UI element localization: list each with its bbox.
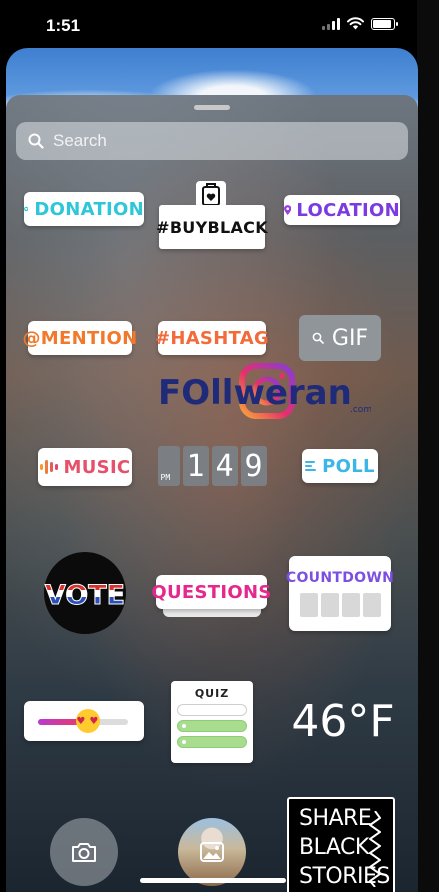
countdown-sticker[interactable]: COUNTDOWN bbox=[285, 556, 395, 631]
counter-digit: 1 bbox=[182, 446, 209, 486]
vote-label: VOTE bbox=[45, 580, 125, 611]
vote-flag-lettering: VOTE bbox=[44, 580, 125, 612]
vote-sticker[interactable]: VOTE bbox=[44, 552, 126, 634]
questions-label: QUESTIONS bbox=[151, 581, 272, 603]
cellular-signal-icon bbox=[322, 17, 340, 30]
zigzag-decoration-icon bbox=[369, 811, 381, 887]
counter-digit: 9 bbox=[240, 446, 267, 486]
photo-sticker-button[interactable] bbox=[178, 818, 246, 886]
camera-icon bbox=[72, 843, 96, 862]
status-time: 1:51 bbox=[46, 16, 81, 35]
search-icon bbox=[28, 133, 44, 149]
quiz-option bbox=[177, 704, 247, 716]
mention-sticker[interactable]: @MENTION bbox=[23, 321, 137, 355]
donation-sticker[interactable]: DONATION bbox=[24, 192, 144, 226]
countdown-label: COUNTDOWN bbox=[285, 570, 395, 586]
location-pin-icon bbox=[284, 205, 292, 215]
gif-sticker[interactable]: GIF bbox=[299, 315, 381, 361]
heart-icon bbox=[24, 206, 29, 212]
buyblack-sticker[interactable]: #BUYBLACK bbox=[156, 205, 268, 249]
sheet-grabber[interactable] bbox=[194, 105, 230, 110]
counter-ampm-cell: PM bbox=[157, 446, 180, 486]
share-line: BLACK bbox=[299, 834, 369, 860]
watermark-logo: FOllweran .com bbox=[156, 360, 372, 430]
photo-icon bbox=[200, 842, 224, 862]
hashtag-label: #HASHTAG bbox=[154, 327, 270, 349]
watermark-brand: FOllweran bbox=[158, 373, 352, 413]
share-line: SHARE bbox=[299, 805, 372, 831]
wifi-icon bbox=[347, 17, 364, 30]
status-bar: 1:51 bbox=[0, 0, 439, 48]
counter-digit: 4 bbox=[211, 446, 238, 486]
location-label: LOCATION bbox=[296, 199, 400, 221]
search-input[interactable]: Search bbox=[16, 122, 408, 160]
emoji-slider-sticker[interactable]: ♥ ♥ bbox=[24, 701, 144, 741]
search-placeholder: Search bbox=[53, 131, 107, 150]
status-icons bbox=[322, 17, 398, 30]
temperature-sticker[interactable]: 46°F bbox=[291, 695, 395, 747]
heart-eyes-emoji-icon: ♥ ♥ bbox=[75, 709, 100, 733]
battery-icon bbox=[371, 17, 398, 30]
instagram-logo-watermark: FOllweran .com bbox=[158, 363, 372, 419]
donation-label: DONATION bbox=[34, 198, 144, 220]
poll-lines-icon bbox=[305, 461, 317, 471]
quiz-label: QUIZ bbox=[194, 687, 230, 700]
quiz-option bbox=[177, 736, 247, 748]
time-counter-sticker[interactable]: PM 1 4 9 bbox=[157, 446, 267, 486]
watermark-suffix: .com bbox=[350, 405, 371, 415]
quiz-sticker[interactable]: QUIZ bbox=[171, 681, 253, 763]
hashtag-sticker[interactable]: #HASHTAG bbox=[154, 321, 270, 355]
temperature-label: 46°F bbox=[291, 695, 395, 747]
poll-label: POLL bbox=[322, 455, 375, 477]
home-indicator[interactable] bbox=[140, 878, 286, 883]
device-frame-edge bbox=[417, 0, 439, 892]
camera-sticker-button[interactable] bbox=[50, 818, 118, 886]
quiz-option bbox=[177, 720, 247, 732]
location-sticker[interactable]: LOCATION bbox=[284, 195, 400, 225]
gif-label: GIF bbox=[331, 325, 369, 351]
search-icon bbox=[312, 332, 324, 344]
music-bars-icon bbox=[39, 460, 58, 474]
questions-sticker[interactable]: QUESTIONS bbox=[151, 575, 271, 609]
share-black-stories-sticker[interactable]: SHARE BLACK STORIES bbox=[287, 797, 395, 892]
music-label: MUSIC bbox=[63, 456, 131, 478]
mention-label: @MENTION bbox=[22, 327, 138, 349]
poll-sticker[interactable]: POLL bbox=[302, 449, 378, 483]
sticker-tray: Search DONATION #BUYBLACK LOCATION @MENT… bbox=[6, 95, 418, 892]
buyblack-label: #BUYBLACK bbox=[156, 217, 268, 237]
countdown-digit-boxes bbox=[299, 593, 381, 617]
music-sticker[interactable]: MUSIC bbox=[38, 448, 132, 486]
